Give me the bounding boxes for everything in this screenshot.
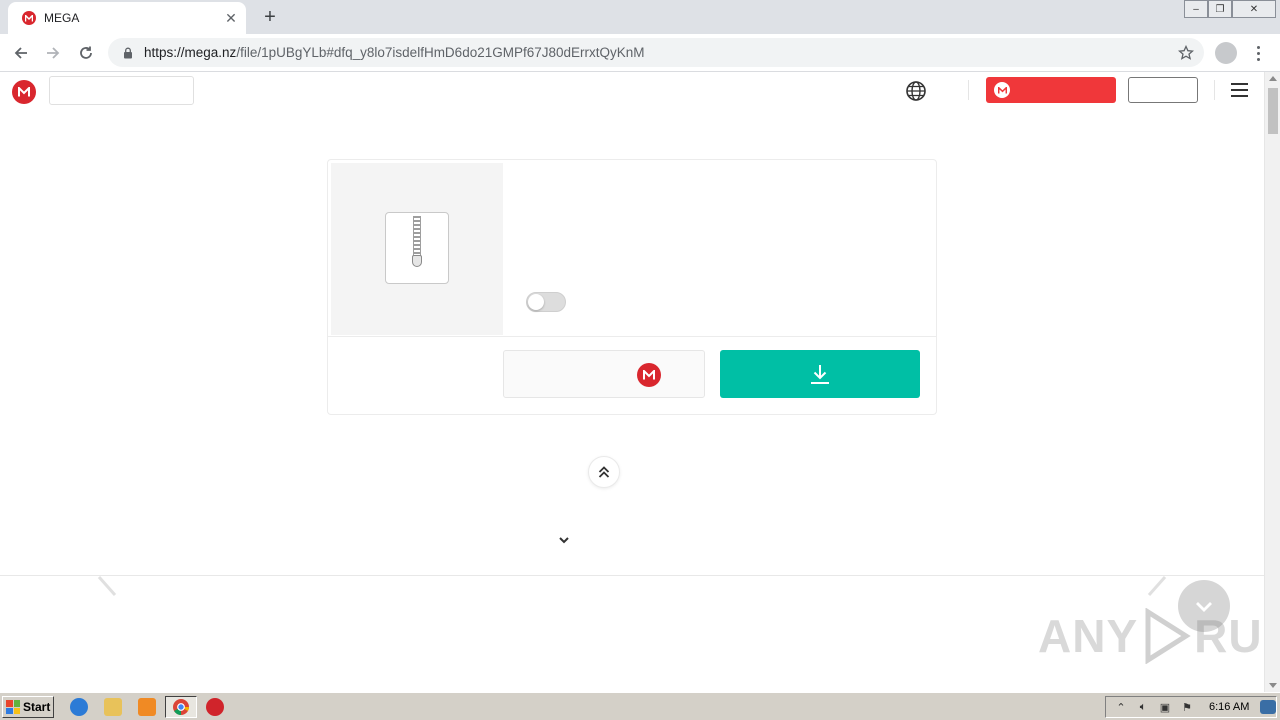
- hamburger-menu-icon[interactable]: [1231, 83, 1248, 97]
- header-separator: [968, 80, 969, 100]
- mega-favicon-icon: [22, 11, 36, 25]
- mega-mini-logo-icon: [994, 82, 1010, 98]
- address-bar[interactable]: https://mega.nz/file/1pUBgYLb#dfq_y8lo7i…: [108, 38, 1204, 67]
- chevron-down-icon[interactable]: [557, 534, 571, 546]
- show-desktop-icon[interactable]: [1260, 700, 1276, 714]
- download-button[interactable]: [720, 350, 920, 398]
- action-center-flag-icon[interactable]: ⚑: [1180, 700, 1194, 714]
- mega-app-logo-icon: [637, 363, 661, 387]
- browser-menu-icon[interactable]: [1250, 42, 1266, 64]
- watermark-left: ANY: [1038, 610, 1139, 662]
- tab-title: MEGA: [44, 11, 80, 25]
- zip-pull-icon: [412, 255, 422, 267]
- tab-close-icon[interactable]: ✕: [222, 9, 240, 27]
- system-tray: ⌃ 🔈︎ ▣ ⚑: [1105, 696, 1277, 718]
- anyrun-watermark: ANY RUN: [1038, 608, 1264, 664]
- back-icon[interactable]: [8, 40, 34, 66]
- toggle-switch[interactable]: [526, 292, 566, 312]
- start-button[interactable]: Start: [2, 696, 54, 718]
- url-text: https://mega.nz/file/1pUBgYLb#dfq_y8lo7i…: [144, 45, 645, 60]
- search-input[interactable]: [49, 76, 194, 105]
- login-button[interactable]: [1128, 77, 1198, 103]
- create-account-button[interactable]: [986, 77, 1116, 103]
- media-player-icon[interactable]: [138, 698, 156, 716]
- tray-expand-icon[interactable]: ⌃: [1114, 700, 1128, 714]
- profile-avatar-icon[interactable]: [1215, 42, 1237, 64]
- close-window-button[interactable]: ✕: [1232, 0, 1276, 18]
- zip-file-icon: [385, 212, 449, 284]
- bookmark-star-icon[interactable]: [1176, 43, 1196, 63]
- network-icon[interactable]: ▣: [1158, 700, 1172, 714]
- stop-icon[interactable]: [206, 698, 224, 716]
- double-chevron-up-icon: [598, 466, 610, 478]
- file-explorer-icon[interactable]: [104, 698, 122, 716]
- watermark-right: RUN: [1194, 610, 1264, 662]
- browser-toolbar: https://mega.nz/file/1pUBgYLb#dfq_y8lo7i…: [0, 34, 1280, 72]
- file-thumbnail: [331, 163, 503, 335]
- minimize-button[interactable]: –: [1184, 0, 1208, 18]
- section-divider: [0, 575, 1264, 576]
- open-in-app-button[interactable]: [503, 350, 705, 398]
- volume-icon[interactable]: 🔈︎: [1136, 700, 1150, 714]
- mega-logo-icon[interactable]: [12, 80, 36, 104]
- collapse-up-button[interactable]: [588, 456, 620, 488]
- scrollbar-thumb[interactable]: [1268, 88, 1278, 134]
- restore-button[interactable]: ❐: [1208, 0, 1232, 18]
- reload-icon[interactable]: [73, 40, 99, 66]
- chrome-icon: [173, 699, 189, 715]
- forward-icon[interactable]: [40, 40, 66, 66]
- file-card: [327, 159, 937, 415]
- url-path: /file/1pUBgYLb#dfq_y8lo7isdelfHmD6do21GM…: [236, 45, 645, 60]
- windows-flag-icon: [6, 700, 20, 714]
- header-separator: [1214, 80, 1215, 100]
- internet-explorer-icon[interactable]: [70, 698, 88, 716]
- scroll-down-arrow-icon[interactable]: [1269, 683, 1277, 688]
- page-scrollbar[interactable]: [1264, 72, 1280, 692]
- tab-strip: MEGA ✕ + – ❐ ✕: [0, 0, 1280, 34]
- start-label: Start: [23, 700, 51, 714]
- card-divider: [328, 336, 936, 337]
- play-logo-icon: [1145, 608, 1191, 664]
- taskbar-clock[interactable]: 6:16 AM: [1209, 701, 1249, 713]
- scroll-up-arrow-icon[interactable]: [1269, 76, 1277, 81]
- carousel-prev-icon[interactable]: [96, 574, 118, 598]
- page-viewport: ANY RUN: [0, 72, 1264, 692]
- carousel-next-icon[interactable]: [1146, 574, 1168, 598]
- tab-mega[interactable]: MEGA ✕: [8, 2, 246, 34]
- globe-icon[interactable]: [904, 79, 928, 103]
- lock-icon: [120, 47, 136, 59]
- new-tab-button[interactable]: +: [258, 5, 282, 29]
- chrome-taskbar-button[interactable]: [165, 696, 197, 718]
- download-arrow-icon: [811, 365, 829, 384]
- toggle-knob: [528, 294, 544, 310]
- url-host: https://mega.nz: [144, 45, 237, 60]
- windows-taskbar: Start ⌃ 🔈︎ ▣ ⚑ 6:16 AM: [0, 692, 1280, 720]
